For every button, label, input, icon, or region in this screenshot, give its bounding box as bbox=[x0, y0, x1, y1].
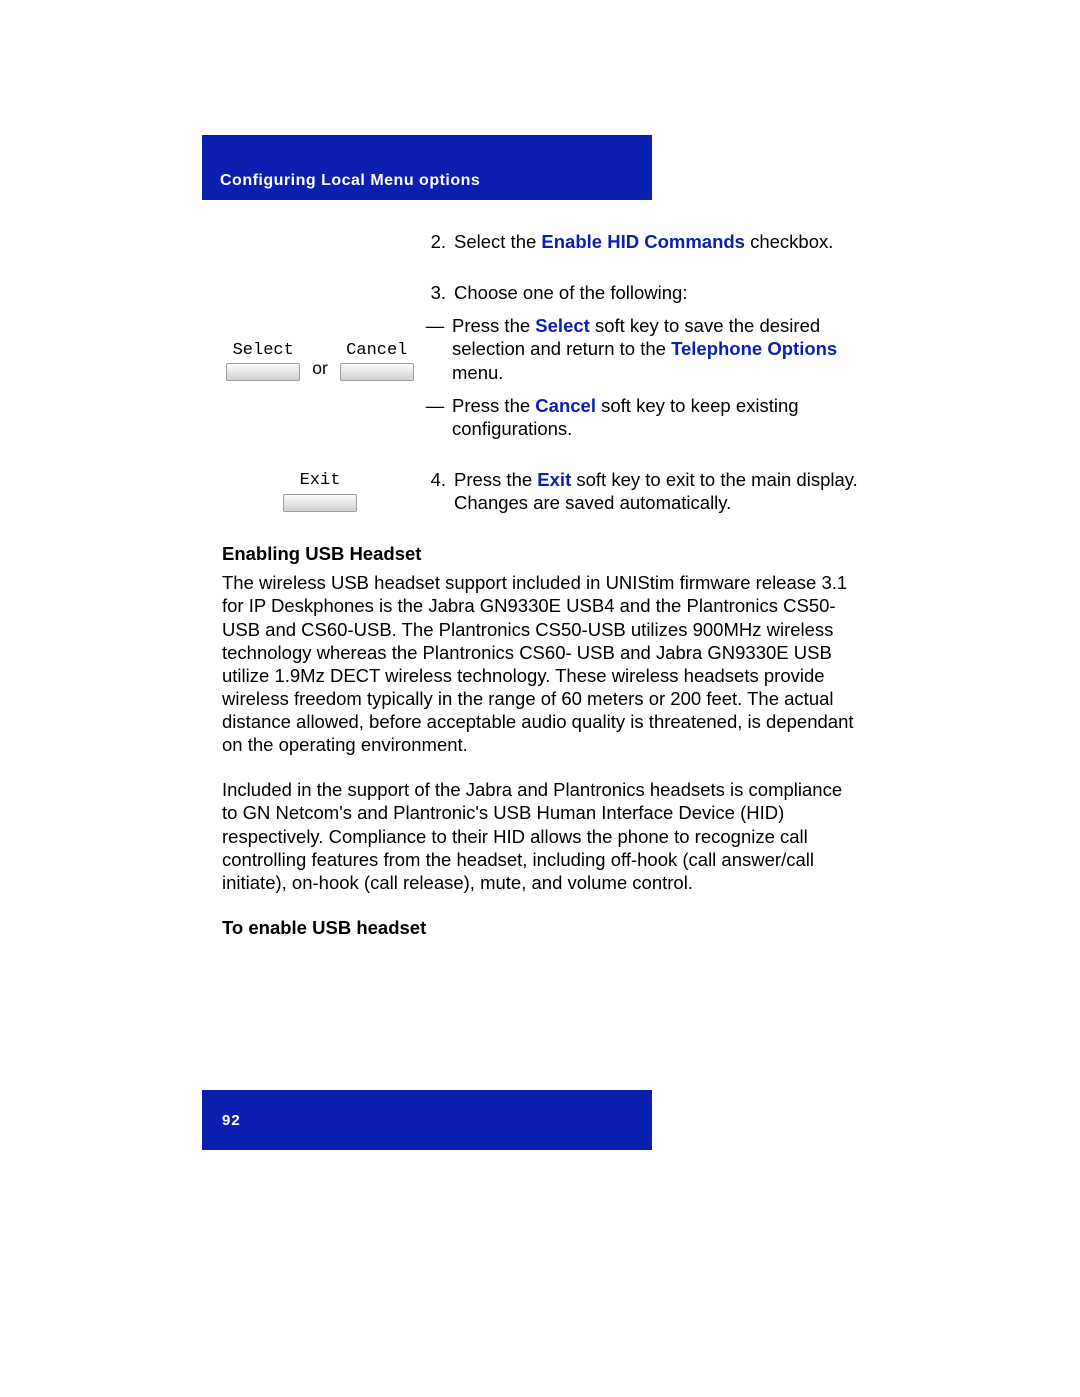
section-heading-enabling-usb: Enabling USB Headset bbox=[222, 542, 862, 565]
page-number: 92 bbox=[222, 1112, 241, 1129]
text-fragment: Press the bbox=[454, 469, 537, 490]
header-band: Configuring Local Menu options bbox=[202, 135, 652, 200]
softkey-cancel[interactable] bbox=[340, 363, 414, 381]
term-telephone-options: Telephone Options bbox=[671, 338, 837, 359]
term-enable-hid: Enable HID Commands bbox=[541, 231, 745, 252]
step-number: 2. bbox=[418, 230, 454, 253]
step-3: Select or Cancel 3. Choose one of the fo… bbox=[222, 281, 862, 440]
softkey-label-exit: Exit bbox=[300, 470, 341, 491]
term-select: Select bbox=[535, 315, 590, 336]
step-number: 4. bbox=[418, 468, 454, 514]
text-fragment: menu. bbox=[452, 362, 503, 383]
dash: — bbox=[418, 314, 452, 383]
softkey-label-select: Select bbox=[233, 340, 294, 361]
text-fragment: Select the bbox=[454, 231, 541, 252]
text-fragment: Press the bbox=[452, 315, 535, 336]
content-area: 2. Select the Enable HID Commands checkb… bbox=[222, 230, 862, 939]
substep-text: Press the Select soft key to save the de… bbox=[452, 314, 862, 383]
step-text: Select the Enable HID Commands checkbox. bbox=[454, 230, 862, 253]
step-4: Exit 4. Press the Exit soft key to exit … bbox=[222, 468, 862, 514]
text-fragment: checkbox. bbox=[745, 231, 833, 252]
term-cancel: Cancel bbox=[535, 395, 596, 416]
step-number: 3. bbox=[418, 281, 454, 304]
step-text: Press the Exit soft key to exit to the m… bbox=[454, 468, 862, 514]
softkey-select[interactable] bbox=[226, 363, 300, 381]
text-fragment: Press the bbox=[452, 395, 535, 416]
term-exit: Exit bbox=[537, 469, 571, 490]
substep-text: Press the Cancel soft key to keep existi… bbox=[452, 394, 862, 440]
footer-band: 92 bbox=[202, 1090, 652, 1150]
step-2: 2. Select the Enable HID Commands checkb… bbox=[222, 230, 862, 253]
or-label: or bbox=[312, 358, 328, 380]
paragraph: The wireless USB headset support include… bbox=[222, 571, 862, 756]
section-heading-to-enable: To enable USB headset bbox=[222, 916, 862, 939]
step-text: Choose one of the following: bbox=[454, 281, 862, 304]
header-title: Configuring Local Menu options bbox=[220, 172, 480, 190]
softkey-label-cancel: Cancel bbox=[346, 340, 407, 361]
paragraph: Included in the support of the Jabra and… bbox=[222, 778, 862, 894]
softkey-group: Select or Cancel bbox=[226, 340, 414, 381]
softkey-exit[interactable] bbox=[283, 494, 357, 512]
dash: — bbox=[418, 394, 452, 440]
